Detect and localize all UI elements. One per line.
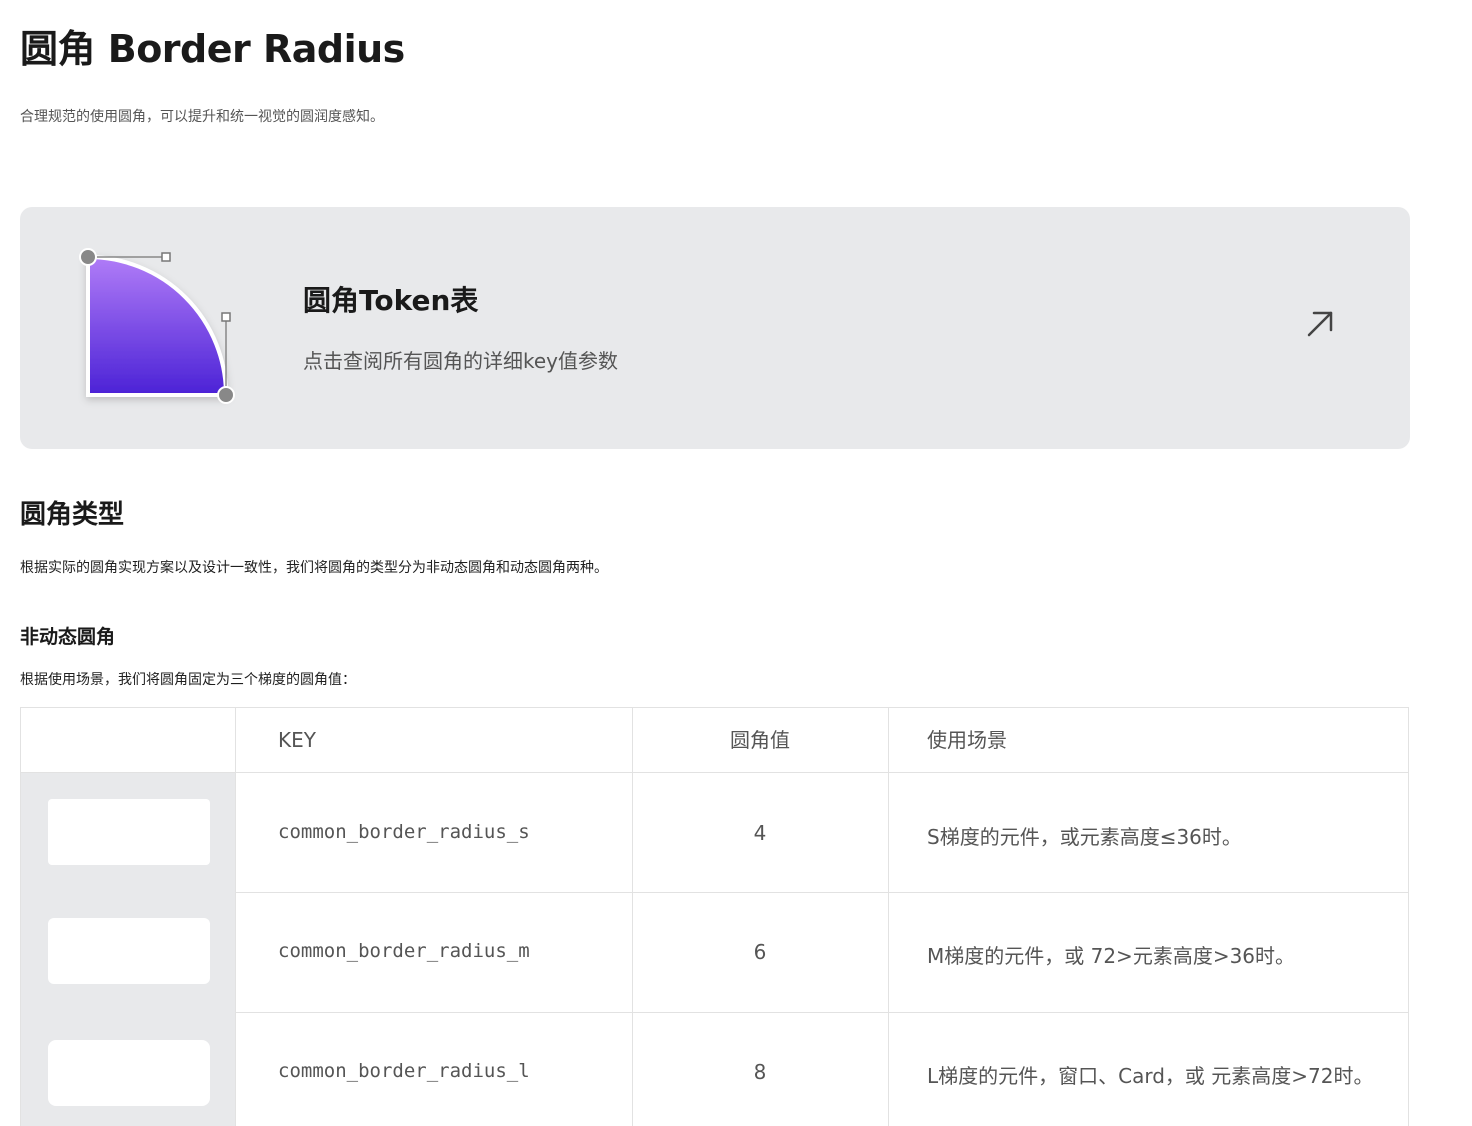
column-divider [235,708,236,1126]
row-key: common_border_radius_m [278,940,530,962]
card-subtitle: 点击查阅所有圆角的详细key值参数 [303,349,619,373]
header-key: KEY [278,728,316,752]
page-title: 圆角 Border Radius [20,27,405,71]
radius-s-preview [48,799,210,865]
rounded-corner-illustration [79,248,235,404]
row-value: 6 [753,940,767,964]
row-usage: L梯度的元件，窗口、Card，或 元素高度>72时。 [927,1064,1374,1088]
page: 圆角 Border Radius 合理规范的使用圆角，可以提升和统一视觉的圆润度… [0,0,1472,1126]
token-table-card[interactable]: 圆角Token表 点击查阅所有圆角的详细key值参数 [20,207,1410,449]
column-divider [888,708,889,1126]
row-usage: M梯度的元件，或 72>元素高度>36时。 [927,944,1296,968]
radius-l-preview [48,1040,210,1106]
page-description: 合理规范的使用圆角，可以提升和统一视觉的圆润度感知。 [20,109,384,125]
radius-m-preview [48,918,210,984]
preview-column [21,708,235,1126]
arrow-up-right-icon[interactable] [1303,307,1337,341]
section-title: 圆角类型 [20,500,125,530]
preview-body [21,773,235,1126]
header-usage: 使用场景 [927,728,1007,752]
row-value: 4 [753,821,767,845]
preview-header [21,708,235,773]
row-usage: S梯度的元件，或元素高度≤36时。 [927,825,1242,849]
subsection-description: 根据使用场景，我们将圆角固定为三个梯度的圆角值： [20,672,356,688]
row-divider [235,1012,1408,1013]
subsection-title: 非动态圆角 [20,626,116,648]
row-divider [235,892,1408,893]
row-value: 8 [753,1060,767,1084]
row-key: common_border_radius_l [278,1060,530,1082]
row-key: common_border_radius_s [278,821,530,843]
header-value: 圆角值 [730,728,790,752]
section-description: 根据实际的圆角实现方案以及设计一致性，我们将圆角的类型分为非动态圆角和动态圆角两… [20,560,608,576]
card-title: 圆角Token表 [303,284,479,317]
radius-table: KEY 圆角值 使用场景 common_border_radius_s 4 S梯… [20,707,1409,1126]
